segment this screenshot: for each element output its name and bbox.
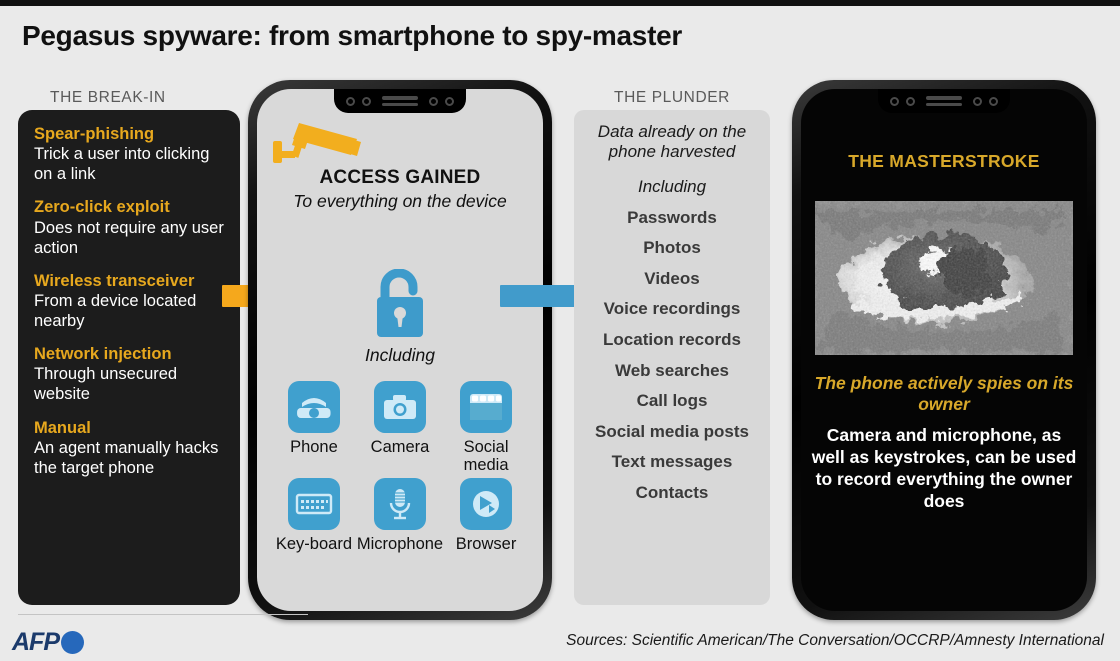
break-in-item-body: Does not require any user action (34, 218, 224, 257)
break-in-item: Wireless transceiver From a device locat… (34, 271, 224, 331)
masterstroke-title: THE MASTERSTROKE (848, 151, 1040, 171)
afp-logo: AFP (12, 628, 84, 657)
eye-image (815, 201, 1073, 355)
sources-line: Sources: Scientific American/The Convers… (566, 632, 1104, 649)
break-in-item: Spear-phishing Trick a user into clickin… (34, 124, 224, 184)
center-phone-device: ACCESS GAINED To everything on the devic… (248, 80, 552, 620)
plunder-item: Location records (603, 329, 741, 349)
plunder-item: Photos (643, 238, 701, 258)
plunder-intro: Data already on the phone harvested (597, 122, 747, 162)
plunder-item: Web searches (614, 360, 730, 380)
app-label: Key-board (275, 535, 353, 554)
app-item-phone[interactable]: Phone (271, 381, 357, 474)
microphone-icon (374, 478, 426, 531)
open-padlock-icon (377, 269, 423, 337)
app-label: Camera (370, 438, 430, 456)
browser-icon (460, 478, 513, 531)
masterstroke-body: Camera and microphone, as well as keystr… (811, 425, 1077, 511)
break-in-item: Network injection Through unsecured webs… (34, 344, 224, 404)
phone-notch (334, 89, 466, 113)
plunder-item: Text messages (611, 452, 733, 472)
plunder-item: Passwords (627, 207, 717, 227)
app-item-microphone[interactable]: Microphone (357, 478, 443, 553)
app-item-camera[interactable]: Camera (357, 381, 443, 474)
plunder-item: Voice recordings (603, 299, 741, 319)
break-in-item-body: Trick a user into clicking on a link (34, 145, 210, 184)
plunder-item: Call logs (636, 391, 708, 411)
app-item-browser[interactable]: Browser (443, 478, 529, 553)
plunder-panel: Data already on the phone harvested Incl… (574, 110, 770, 605)
app-label: Phone (290, 438, 338, 456)
masterstroke-subtitle: The phone actively spies on its owner (814, 373, 1074, 414)
center-phone-screen: ACCESS GAINED To everything on the devic… (257, 89, 543, 611)
access-gained-subtitle: To everything on the device (293, 191, 507, 211)
app-icon-grid: Phone Camera Social media Key-board Micr… (271, 381, 529, 553)
break-in-item-heading: Spear-phishing (34, 125, 155, 143)
social-media-icon (460, 381, 513, 433)
plunder-item: Social media posts (595, 421, 749, 441)
right-phone-device: THE MASTERSTROKE The phone actively spie… (792, 80, 1096, 620)
break-in-item: Zero-click exploit Does not require any … (34, 197, 224, 257)
break-in-item-heading: Wireless transceiver (34, 271, 195, 290)
break-in-item-body: From a device located nearby (34, 291, 197, 330)
break-in-item-heading: Manual (34, 418, 91, 437)
afp-logo-circle-icon (61, 631, 84, 654)
column-heading-break-in: THE BREAK-IN (50, 89, 166, 106)
page-title: Pegasus spyware: from smartphone to spy-… (22, 20, 682, 51)
break-in-item-heading: Zero-click exploit (34, 198, 170, 217)
plunder-including-label: Including (637, 176, 707, 196)
column-heading-plunder: THE PLUNDER (614, 89, 730, 106)
break-in-panel: Spear-phishing Trick a user into clickin… (18, 110, 240, 605)
access-gained-title: ACCESS GAINED (319, 167, 481, 188)
camera-icon (374, 381, 426, 433)
app-label: Browser (455, 535, 517, 554)
app-label: Social media (463, 438, 509, 475)
keyboard-icon (287, 478, 340, 531)
footer-divider (18, 614, 308, 615)
right-phone-screen: THE MASTERSTROKE The phone actively spie… (801, 89, 1087, 611)
break-in-item-heading: Network injection (34, 345, 172, 364)
afp-logo-text: AFP (12, 628, 60, 656)
break-in-item-body: Through unsecured website (34, 365, 178, 404)
app-label: Microphone (356, 535, 444, 554)
app-item-social-media[interactable]: Social media (443, 381, 529, 474)
plunder-item: Videos (644, 268, 700, 288)
phone-notch (878, 89, 1010, 113)
app-item-keyboard[interactable]: Key-board (271, 478, 357, 553)
break-in-item: Manual An agent manually hacks the targe… (34, 418, 224, 478)
plunder-item: Contacts (635, 482, 709, 502)
infographic-page: Pegasus spyware: from smartphone to spy-… (0, 0, 1120, 661)
phone-icon (287, 381, 340, 433)
break-in-item-body: An agent manually hacks the target phone (34, 438, 219, 477)
center-including-label: Including (364, 345, 436, 365)
